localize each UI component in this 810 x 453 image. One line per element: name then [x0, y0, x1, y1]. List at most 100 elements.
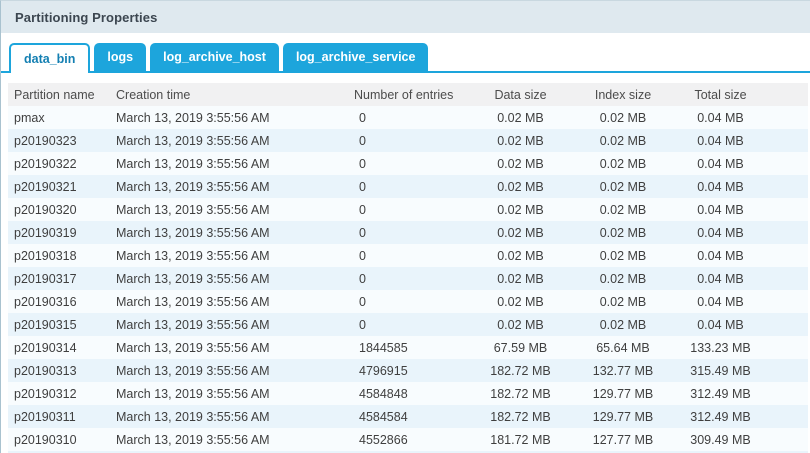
cell: 0.02 MB: [468, 175, 573, 198]
cell-filler: [768, 382, 808, 405]
partition-table-wrap: Partition nameCreation timeNumber of ent…: [8, 83, 808, 451]
table-header-row: Partition nameCreation timeNumber of ent…: [8, 83, 808, 106]
cell: 0.02 MB: [468, 313, 573, 336]
cell: p20190312: [8, 382, 116, 405]
cell: 0.02 MB: [468, 221, 573, 244]
cell-filler: [768, 198, 808, 221]
cell: p20190310: [8, 428, 116, 451]
table-row-p20190320[interactable]: p20190320March 13, 2019 3:55:56 AM00.02 …: [8, 198, 808, 221]
cell: p20190319: [8, 221, 116, 244]
cell: 0.02 MB: [573, 290, 673, 313]
cell: pmax: [8, 106, 116, 129]
column-header-index-size[interactable]: Index size: [573, 83, 673, 106]
cell: 0.02 MB: [468, 198, 573, 221]
cell: p20190316: [8, 290, 116, 313]
cell-filler: [768, 405, 808, 428]
cell: 0.02 MB: [468, 106, 573, 129]
cell: 132.77 MB: [573, 359, 673, 382]
cell: 0: [354, 106, 468, 129]
cell: March 13, 2019 3:55:56 AM: [116, 221, 354, 244]
table-row-p20190319[interactable]: p20190319March 13, 2019 3:55:56 AM00.02 …: [8, 221, 808, 244]
cell: 0.02 MB: [573, 152, 673, 175]
cell: March 13, 2019 3:55:56 AM: [116, 313, 354, 336]
table-row-p20190317[interactable]: p20190317March 13, 2019 3:55:56 AM00.02 …: [8, 267, 808, 290]
cell: 0.04 MB: [673, 198, 768, 221]
cell: p20190311: [8, 405, 116, 428]
cell-filler: [768, 313, 808, 336]
cell: 0: [354, 290, 468, 313]
table-row-p20190310[interactable]: p20190310March 13, 2019 3:55:56 AM455286…: [8, 428, 808, 451]
column-header-number-of-entries[interactable]: Number of entries: [354, 83, 468, 106]
table-row-p20190316[interactable]: p20190316March 13, 2019 3:55:56 AM00.02 …: [8, 290, 808, 313]
cell: 0.04 MB: [673, 221, 768, 244]
cell: 312.49 MB: [673, 382, 768, 405]
cell: 312.49 MB: [673, 405, 768, 428]
cell: 0.02 MB: [573, 106, 673, 129]
cell: March 13, 2019 3:55:56 AM: [116, 198, 354, 221]
tab-data_bin[interactable]: data_bin: [9, 43, 90, 73]
cell: p20190321: [8, 175, 116, 198]
cell-filler: [768, 359, 808, 382]
column-header-partition-name[interactable]: Partition name: [8, 83, 116, 106]
tab-log_archive_host[interactable]: log_archive_host: [150, 43, 279, 71]
table-row-p20190323[interactable]: p20190323March 13, 2019 3:55:56 AM0 0.02 …: [8, 129, 808, 152]
table-row-p20190321[interactable]: p20190321March 13, 2019 3:55:56 AM00.02 …: [8, 175, 808, 198]
column-header-creation-time[interactable]: Creation time: [116, 83, 354, 106]
cell: 129.77 MB: [573, 382, 673, 405]
cell: 182.72 MB: [468, 405, 573, 428]
cell: 0.02 MB: [573, 244, 673, 267]
cell: 0.02 MB: [573, 129, 673, 152]
cell: 309.49 MB: [673, 428, 768, 451]
cell: March 13, 2019 3:55:56 AM: [116, 175, 354, 198]
cell: 182.72 MB: [468, 359, 573, 382]
cell-filler: [768, 106, 808, 129]
cell: 0: [354, 267, 468, 290]
cell: March 13, 2019 3:55:56 AM: [116, 428, 354, 451]
cell: March 13, 2019 3:55:56 AM: [116, 267, 354, 290]
cell: 182.72 MB: [468, 382, 573, 405]
table-row-p20190315[interactable]: p20190315March 13, 2019 3:55:56 AM00.02 …: [8, 313, 808, 336]
cell: 0.02 MB: [468, 290, 573, 313]
cell: 0.02 MB: [468, 267, 573, 290]
tab-bar: data_binlogslog_archive_hostlog_archive_…: [1, 43, 810, 73]
cell: p20190313: [8, 359, 116, 382]
column-header-total-size[interactable]: Total size: [673, 83, 768, 106]
cell: 0.04 MB: [673, 267, 768, 290]
cell: 0.02 MB: [468, 152, 573, 175]
panel-title: Partitioning Properties: [15, 10, 157, 25]
table-row-p20190314[interactable]: p20190314March 13, 2019 3:55:56 AM184458…: [8, 336, 808, 359]
cell: 0.04 MB: [673, 129, 768, 152]
cell: 0.02 MB: [573, 313, 673, 336]
cell: 0: [354, 313, 468, 336]
cell: 0: [354, 175, 468, 198]
cell: 0: [354, 129, 468, 152]
table-row-p20190311[interactable]: p20190311March 13, 2019 3:55:56 AM458458…: [8, 405, 808, 428]
cell-filler: [768, 290, 808, 313]
tab-log_archive_service[interactable]: log_archive_service: [283, 43, 429, 71]
cell: 0.04 MB: [673, 152, 768, 175]
cell: p20190322: [8, 152, 116, 175]
cell: 0.02 MB: [573, 175, 673, 198]
cell: 0.02 MB: [468, 244, 573, 267]
cell: p20190323: [8, 129, 116, 152]
cell: March 13, 2019 3:55:56 AM: [116, 405, 354, 428]
column-header-data-size[interactable]: Data size: [468, 83, 573, 106]
cell: 127.77 MB: [573, 428, 673, 451]
table-row-p20190313[interactable]: p20190313March 13, 2019 3:55:56 AM479691…: [8, 359, 808, 382]
table-row-p20190312[interactable]: p20190312March 13, 2019 3:55:56 AM458484…: [8, 382, 808, 405]
table-row-p20190318[interactable]: p20190318March 13, 2019 3:55:56 AM00.02 …: [8, 244, 808, 267]
cell-filler: [768, 267, 808, 290]
cell: 4552866: [354, 428, 468, 451]
cell-filler: [768, 152, 808, 175]
table-row-pmax[interactable]: pmaxMarch 13, 2019 3:55:56 AM00.02 MB0.0…: [8, 106, 808, 129]
table-row-p20190322[interactable]: p20190322March 13, 2019 3:55:56 AM00.02 …: [8, 152, 808, 175]
cell: March 13, 2019 3:55:56 AM: [116, 129, 354, 152]
cell: 67.59 MB: [468, 336, 573, 359]
cell: 0.04 MB: [673, 244, 768, 267]
cell: 0.04 MB: [673, 290, 768, 313]
cell: 315.49 MB: [673, 359, 768, 382]
cell: March 13, 2019 3:55:56 AM: [116, 336, 354, 359]
cell: p20190314: [8, 336, 116, 359]
cell: 133.23 MB: [673, 336, 768, 359]
tab-logs[interactable]: logs: [94, 43, 146, 71]
